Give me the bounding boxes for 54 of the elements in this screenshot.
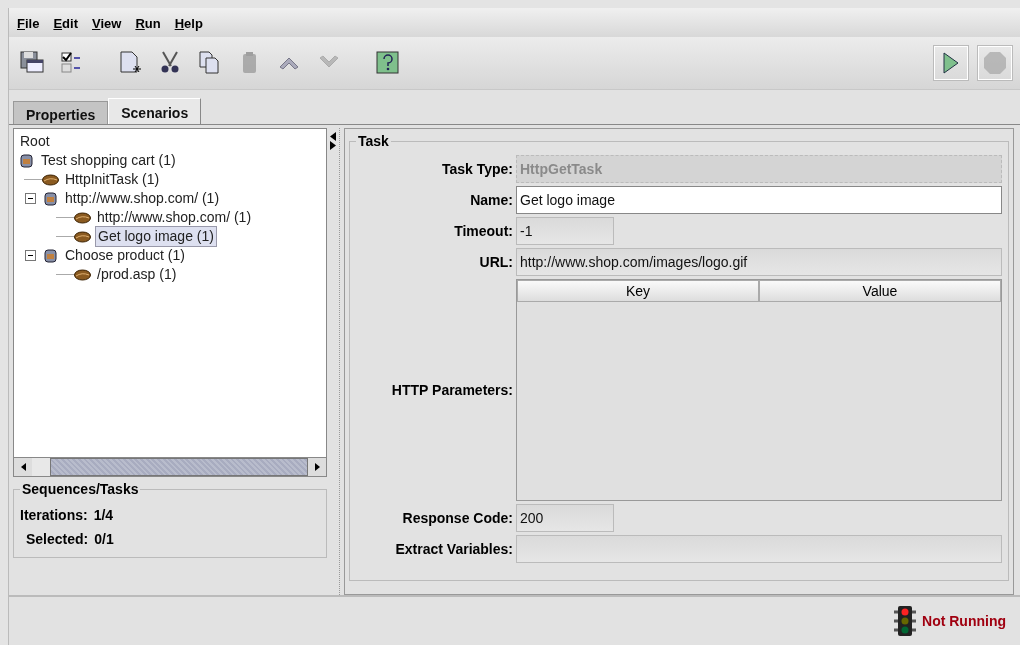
jar-icon — [42, 191, 59, 206]
collapse-left-icon[interactable] — [330, 132, 336, 141]
tree-item[interactable]: Get logo image (1) — [95, 226, 217, 247]
input-field[interactable] — [516, 535, 1002, 563]
tree-item[interactable]: Choose product (1) — [63, 246, 187, 265]
field-label: Response Code: — [401, 510, 514, 526]
field-label: Timeout: — [453, 223, 514, 239]
menu-item[interactable]: Run — [135, 16, 161, 31]
field-label: Name: — [469, 192, 514, 208]
play-icon[interactable] — [934, 46, 968, 80]
collapse-icon[interactable] — [24, 193, 36, 204]
stat-value: 0/1 — [94, 530, 114, 549]
input-field[interactable]: http://www.shop.com/images/logo.gif — [516, 248, 1002, 276]
bean-icon — [74, 229, 91, 244]
tree-item[interactable]: Test shopping cart (1) — [39, 151, 178, 170]
scroll-left-icon[interactable] — [20, 463, 26, 471]
stat-label: Selected: — [26, 530, 89, 549]
panel-title: Sequences/Tasks — [21, 481, 140, 497]
input-field[interactable]: 200 — [516, 504, 614, 532]
jar-icon — [42, 248, 59, 263]
bean-icon — [74, 210, 91, 225]
menu-item[interactable]: Edit — [53, 16, 78, 31]
bean-icon — [74, 267, 91, 282]
scenario-tree[interactable]: Root Test shopping cart (1) HttpInitTask (1) http://www.shop.com/ (1) http://www.shop.com/ (1) Get logo image (1) Choose product (1) /prod.asp (1) — [13, 128, 327, 458]
tab[interactable]: Scenarios — [108, 98, 202, 124]
tree-item[interactable]: HttpInitTask (1) — [63, 170, 162, 189]
menu-item[interactable]: File — [17, 16, 40, 31]
field-label: Task Type: — [440, 161, 514, 177]
input-field[interactable]: -1 — [516, 217, 614, 245]
traffic-light-icon — [894, 606, 916, 636]
tree-item[interactable]: http://www.shop.com/ (1) — [95, 208, 254, 227]
column-header[interactable]: Key — [517, 280, 759, 302]
field-label: URL: — [478, 254, 514, 270]
status-text: Not Running — [922, 613, 1006, 629]
field-label: HTTP Parameters: — [390, 382, 514, 398]
jar-icon — [18, 153, 35, 168]
panel-title: Task — [357, 133, 390, 149]
stat-label: Iterations: — [20, 506, 88, 525]
field-label: Extract Variables: — [394, 541, 514, 557]
tree-item[interactable]: /prod.asp (1) — [95, 265, 179, 284]
tree-root[interactable]: Root — [18, 132, 52, 151]
expand-right-icon[interactable] — [330, 141, 336, 150]
menu-item[interactable]: Help — [174, 16, 203, 31]
horizontal-scrollbar[interactable] — [13, 458, 327, 477]
parameters-table[interactable]: Key Value — [516, 279, 1002, 501]
tab[interactable]: Properties — [13, 101, 109, 124]
bean-icon — [42, 172, 59, 187]
menu-item[interactable]: View — [92, 16, 122, 31]
input-field[interactable]: Get logo image — [516, 186, 1002, 214]
column-header[interactable]: Value — [759, 280, 1001, 302]
collapse-icon[interactable] — [24, 250, 36, 261]
tree-item[interactable]: http://www.shop.com/ (1) — [63, 189, 222, 208]
stat-value: 1/4 — [93, 506, 114, 525]
scroll-right-icon[interactable] — [314, 463, 320, 471]
